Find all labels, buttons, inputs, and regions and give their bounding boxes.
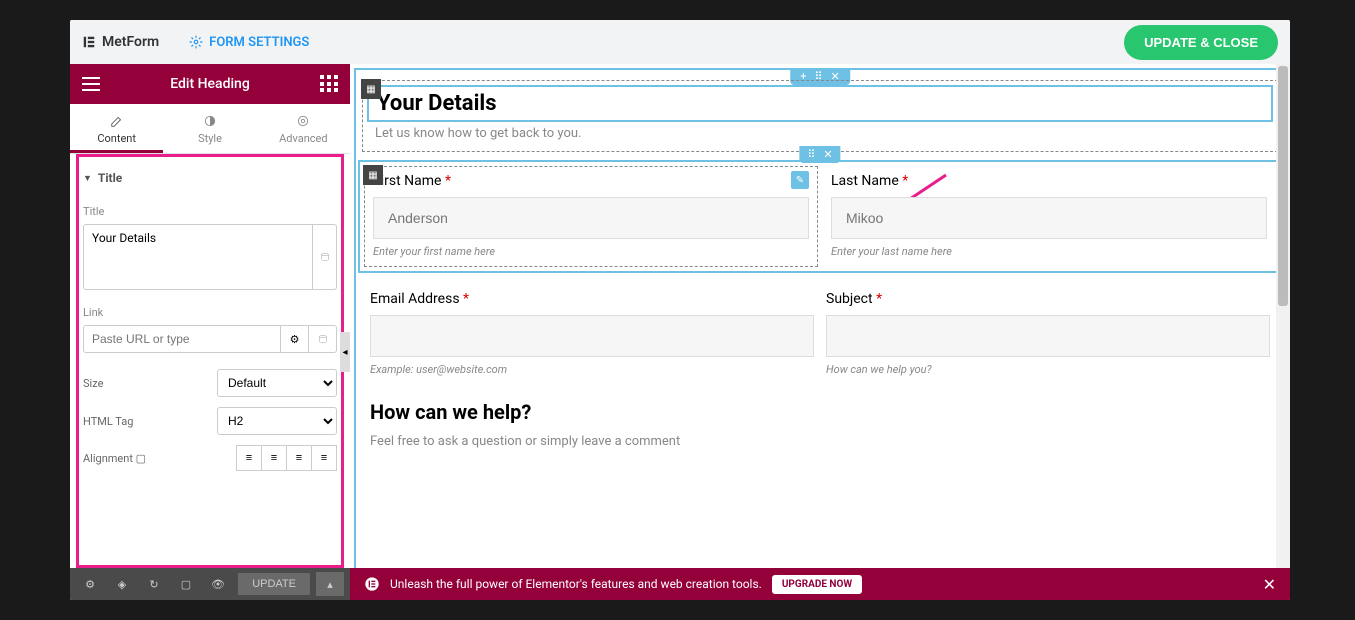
scroll-thumb[interactable] [1278, 66, 1288, 306]
inner-section-handle[interactable]: ⠿ ✕ [799, 146, 840, 163]
editor-modal: MetForm FORM SETTINGS UPDATE & CLOSE Edi… [70, 20, 1290, 600]
column-handle-icon-2[interactable]: ▦ [363, 165, 383, 185]
tab-style[interactable]: Style [163, 104, 256, 153]
caret-down-icon: ▼ [83, 173, 92, 184]
pencil-icon [110, 114, 124, 128]
last-name-label: Last Name * [831, 173, 1267, 189]
inner-section-close-icon[interactable]: ✕ [823, 148, 832, 161]
last-name-column[interactable]: Last Name * Enter your last name here [822, 166, 1276, 267]
elementor-badge-icon [364, 576, 380, 592]
right-column: ◂ + ⠿ ✕ ▦ Your Details Let us know how t… [350, 64, 1290, 600]
sidebar-tabs: Content Style Advanced [70, 104, 350, 154]
heading-widget[interactable]: Your Details [367, 85, 1273, 122]
preview-icon-button[interactable]: 👁 [204, 572, 232, 596]
metform-logo: MetForm [82, 34, 159, 50]
logo-text: MetForm [102, 34, 159, 50]
form-settings-link[interactable]: FORM SETTINGS [189, 35, 309, 50]
upgrade-banner: Unleash the full power of Elementor's fe… [350, 568, 1290, 600]
inner-section-drag-icon[interactable]: ⠿ [807, 148, 815, 161]
required-asterisk: * [876, 291, 882, 307]
monitor-icon[interactable]: ▢ [136, 452, 146, 465]
upgrade-now-button[interactable]: UPGRADE NOW [772, 575, 862, 594]
section-toggle-title[interactable]: ▼Title [79, 157, 341, 199]
heading-section[interactable]: ▦ Your Details Let us know how to get ba… [362, 80, 1278, 152]
update-options-button[interactable]: ▴ [316, 572, 344, 596]
size-label: Size [83, 377, 103, 390]
sidebar-title: Edit Heading [170, 76, 250, 92]
size-select[interactable]: Default [217, 369, 337, 397]
email-label: Email Address * [370, 291, 814, 307]
help-heading: How can we help? [370, 400, 1270, 424]
name-fields-section[interactable]: ⠿ ✕ ▦ ✎ First Name * Enter your first na… [358, 160, 1282, 273]
dynamic-tags-button[interactable] [313, 224, 337, 290]
tab-advanced[interactable]: Advanced [257, 104, 350, 153]
align-right-button[interactable]: ≡ [286, 445, 312, 471]
title-field-label: Title [83, 205, 337, 218]
help-subtitle: Feel free to ask a question or simply le… [370, 428, 1270, 449]
collapse-sidebar-button[interactable]: ◂ [340, 332, 350, 372]
scrollbar[interactable] [1276, 64, 1290, 568]
last-name-input[interactable] [831, 197, 1267, 239]
gear-icon [189, 35, 203, 49]
responsive-icon-button[interactable]: ▢ [172, 572, 200, 596]
help-heading-row: How can we help? Feel free to ask a ques… [358, 376, 1282, 449]
alignment-label: Alignment ▢ [83, 452, 146, 465]
email-helper: Example: user@website.com [370, 363, 814, 376]
link-input[interactable] [83, 325, 281, 353]
email-input[interactable] [370, 315, 814, 357]
widget-edit-icon[interactable]: ✎ [791, 171, 809, 189]
left-sidebar: Edit Heading Content Style Advanced [70, 64, 350, 600]
sidebar-header: Edit Heading [70, 64, 350, 104]
heading-text: Your Details [377, 91, 1263, 116]
update-button[interactable]: UPDATE [238, 573, 310, 595]
update-and-close-button[interactable]: UPDATE & CLOSE [1124, 25, 1278, 60]
align-left-button[interactable]: ≡ [236, 445, 262, 471]
title-textarea[interactable]: Your Details [83, 224, 313, 290]
subject-helper: How can we help you? [826, 363, 1270, 376]
hamburger-icon[interactable] [82, 77, 100, 91]
required-asterisk: * [463, 291, 469, 307]
topbar: MetForm FORM SETTINGS UPDATE & CLOSE [70, 20, 1290, 64]
last-name-helper: Enter your last name here [831, 245, 1267, 258]
banner-close-icon[interactable]: ✕ [1263, 575, 1276, 594]
main-area: Edit Heading Content Style Advanced [70, 64, 1290, 600]
align-center-button[interactable]: ≡ [261, 445, 287, 471]
banner-text: Unleash the full power of Elementor's fe… [390, 577, 762, 591]
database-icon [320, 251, 330, 263]
subject-input[interactable] [826, 315, 1270, 357]
column-handle-icon[interactable]: ▦ [361, 79, 381, 99]
first-name-label: First Name * [373, 173, 809, 189]
outer-section[interactable]: + ⠿ ✕ ▦ Your Details Let us know how to … [354, 68, 1286, 568]
required-asterisk: * [902, 173, 908, 189]
sidebar-bottombar: ⚙ ◈ ↻ ▢ 👁 UPDATE ▴ [70, 568, 350, 600]
database-mini-icon [318, 333, 328, 345]
elementor-icon [82, 35, 96, 49]
subject-label: Subject * [826, 291, 1270, 307]
link-dynamic-button[interactable] [309, 325, 337, 353]
first-name-column[interactable]: ▦ ✎ First Name * Enter your first name h… [364, 166, 818, 267]
alignment-buttons: ≡ ≡ ≡ ≡ [237, 445, 337, 471]
link-options-button[interactable]: ⚙ [281, 325, 309, 353]
widgets-grid-icon[interactable] [320, 75, 338, 93]
half-circle-icon [203, 114, 217, 128]
gear-small-icon [296, 114, 310, 128]
align-justify-button[interactable]: ≡ [311, 445, 337, 471]
email-subject-row: Email Address * Example: user@website.co… [358, 291, 1282, 376]
history-icon-button[interactable]: ↻ [140, 572, 168, 596]
email-column[interactable]: Email Address * Example: user@website.co… [364, 291, 820, 376]
canvas[interactable]: + ⠿ ✕ ▦ Your Details Let us know how to … [350, 64, 1290, 568]
content-panel: ▼Title Title Your Details Link ⚙ [76, 157, 344, 568]
tab-content[interactable]: Content [70, 104, 163, 153]
first-name-input[interactable] [373, 197, 809, 239]
gear-mini-icon: ⚙ [290, 333, 300, 346]
navigator-icon-button[interactable]: ◈ [108, 572, 136, 596]
subject-column[interactable]: Subject * How can we help you? [820, 291, 1276, 376]
settings-icon-button[interactable]: ⚙ [76, 572, 104, 596]
first-name-helper: Enter your first name here [373, 245, 809, 258]
required-asterisk: * [445, 173, 451, 189]
link-field-label: Link [83, 306, 337, 319]
html-tag-select[interactable]: H2 [217, 407, 337, 435]
heading-subtitle: Let us know how to get back to you. [367, 126, 1273, 147]
html-tag-label: HTML Tag [83, 415, 133, 428]
